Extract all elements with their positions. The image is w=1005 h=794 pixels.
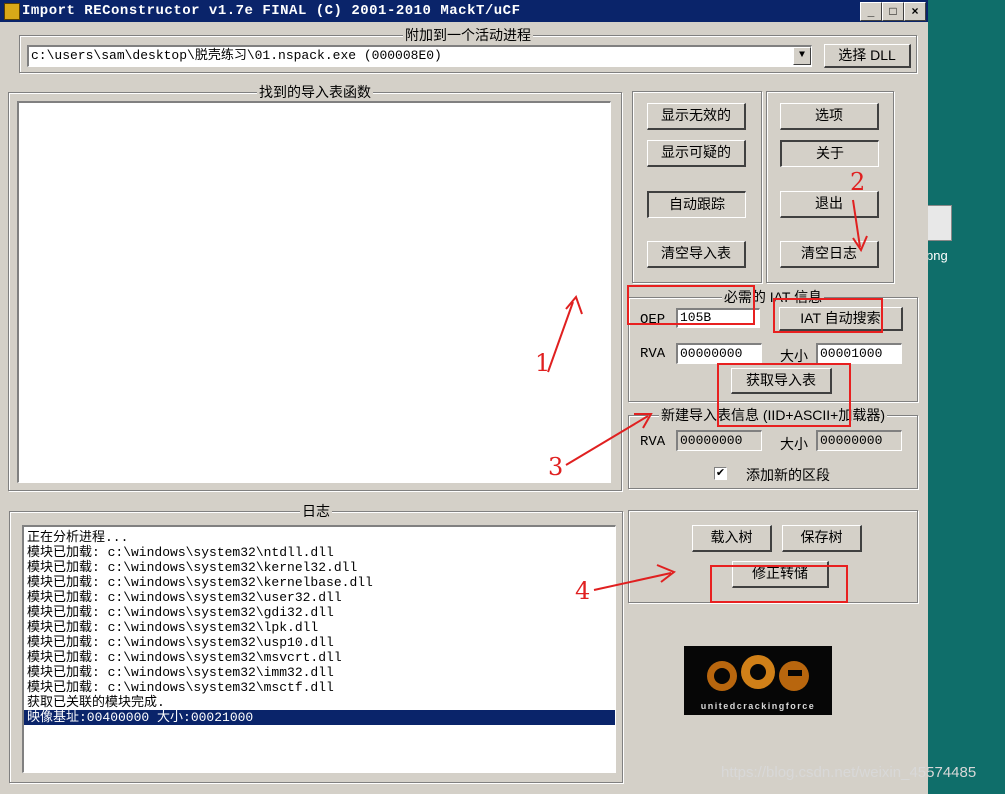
- new-rva-input[interactable]: 00000000: [676, 430, 762, 451]
- annotation-box-iat-autosearch: [773, 298, 883, 333]
- options-button[interactable]: 选项: [780, 103, 879, 130]
- show-suspect-button[interactable]: 显示可疑的: [647, 140, 746, 167]
- log-line[interactable]: 模块已加载: c:\windows\system32\lpk.dll: [24, 620, 615, 635]
- ucf-logo: unitedcrackingforce: [684, 646, 832, 715]
- log-line[interactable]: 获取已关联的模块完成.: [24, 695, 615, 710]
- close-button[interactable]: ×: [904, 2, 926, 21]
- load-tree-button[interactable]: 载入树: [692, 525, 772, 552]
- save-tree-button[interactable]: 保存树: [782, 525, 862, 552]
- maximize-button[interactable]: □: [882, 2, 904, 21]
- size-input[interactable]: 00001000: [816, 343, 902, 364]
- log-line[interactable]: 模块已加载: c:\windows\system32\kernel32.dll: [24, 560, 615, 575]
- clear-imports-button[interactable]: 清空导入表: [647, 241, 746, 268]
- select-dll-button[interactable]: 选择 DLL: [824, 44, 911, 68]
- annotation-box-oep: [627, 285, 755, 325]
- app-icon: [4, 3, 20, 20]
- annotation-number-3: 3: [548, 453, 564, 481]
- process-select-value: c:\users\sam\desktop\脱壳练习\01.nspack.exe …: [31, 48, 442, 63]
- log-line[interactable]: 映像基址:00400000 大小:00021000: [24, 710, 615, 725]
- auto-trace-button[interactable]: 自动跟踪: [647, 191, 746, 218]
- log-line[interactable]: 模块已加载: c:\windows\system32\msvcrt.dll: [24, 650, 615, 665]
- log-line[interactable]: 模块已加载: c:\windows\system32\imm32.dll: [24, 665, 615, 680]
- log-line[interactable]: 模块已加载: c:\windows\system32\msctf.dll: [24, 680, 615, 695]
- add-section-checkbox[interactable]: ✔: [714, 467, 727, 480]
- rva-input[interactable]: 00000000: [676, 343, 762, 364]
- new-size-label: 大小: [780, 436, 808, 452]
- attach-group-title: 附加到一个活动进程: [403, 27, 533, 43]
- chevron-down-icon[interactable]: ▼: [793, 47, 811, 65]
- annotation-number-2: 2: [850, 168, 866, 196]
- process-select[interactable]: c:\users\sam\desktop\脱壳练习\01.nspack.exe …: [27, 45, 812, 67]
- minimize-button[interactable]: _: [860, 2, 882, 21]
- rva-label: RVA: [640, 346, 666, 362]
- window-title: Import REConstructor v1.7e FINAL (C) 200…: [22, 3, 521, 19]
- ucf-logo-text: unitedcrackingforce: [700, 701, 816, 711]
- log-line[interactable]: 模块已加载: c:\windows\system32\usp10.dll: [24, 635, 615, 650]
- log-line[interactable]: 模块已加载: c:\windows\system32\ntdll.dll: [24, 545, 615, 560]
- add-section-label: 添加新的区段: [746, 467, 830, 483]
- title-bar[interactable]: Import REConstructor v1.7e FINAL (C) 200…: [0, 0, 928, 22]
- annotation-number-4: 4: [575, 577, 591, 605]
- annotation-box-fix-dump: [710, 565, 848, 603]
- about-button[interactable]: 关于: [780, 140, 879, 167]
- log-line[interactable]: 模块已加载: c:\windows\system32\user32.dll: [24, 590, 615, 605]
- new-rva-label: RVA: [640, 434, 666, 450]
- imports-tree[interactable]: [17, 101, 611, 483]
- log-line[interactable]: 模块已加载: c:\windows\system32\kernelbase.dl…: [24, 575, 615, 590]
- annotation-box-get-imports: [717, 363, 851, 427]
- watermark-text: https://blog.csdn.net/weixin_45574485: [721, 764, 977, 781]
- annotation-number-1: 1: [535, 349, 551, 377]
- imports-group-title: 找到的导入表函数: [257, 84, 373, 100]
- log-list[interactable]: 正在分析进程... 模块已加载: c:\windows\system32\ntdl…: [22, 525, 616, 773]
- log-line[interactable]: 模块已加载: c:\windows\system32\gdi32.dll: [24, 605, 615, 620]
- log-group-title: 日志: [300, 503, 332, 519]
- log-line[interactable]: 正在分析进程...: [24, 530, 615, 545]
- desktop-file-label: png: [926, 248, 948, 263]
- show-invalid-button[interactable]: 显示无效的: [647, 103, 746, 130]
- clear-log-button[interactable]: 清空日志: [780, 241, 879, 268]
- new-size-input[interactable]: 00000000: [816, 430, 902, 451]
